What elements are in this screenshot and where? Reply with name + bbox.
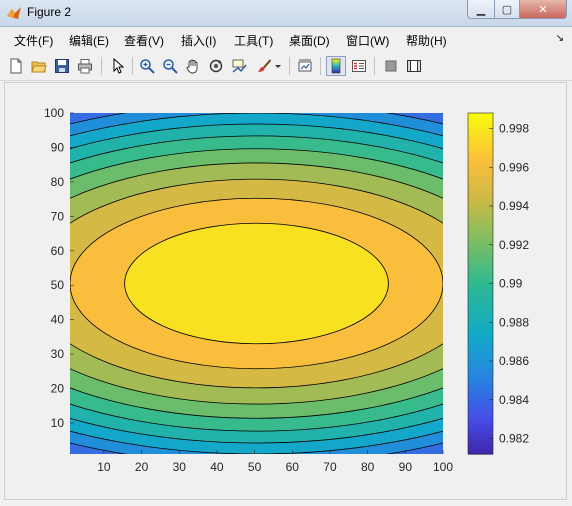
menu-help[interactable]: 帮助(H) <box>406 32 447 49</box>
colorbar-tick-label: 0.994 <box>499 199 529 213</box>
y-tick-label: 90 <box>51 140 65 154</box>
x-tick-label: 80 <box>361 460 375 474</box>
close-icon: ✕ <box>538 3 548 16</box>
open-file-icon[interactable] <box>29 56 49 76</box>
zoom-out-icon[interactable] <box>160 56 180 76</box>
data-cursor-icon[interactable] <box>229 56 249 76</box>
brush-icon[interactable] <box>254 56 274 76</box>
y-tick-label: 70 <box>51 209 65 223</box>
colorbar-segment <box>468 113 493 117</box>
colorbar-tick-label: 0.982 <box>499 432 529 446</box>
menu-desktop[interactable]: 桌面(D) <box>289 32 330 49</box>
brush-dropdown-icon[interactable] <box>272 56 284 76</box>
title-bar: Figure 2 ▁ ▢ ✕ <box>0 0 572 27</box>
dock-arrow-icon[interactable]: ↘ <box>556 33 564 44</box>
minimize-icon: ▁ <box>476 3 486 16</box>
legend-icon[interactable] <box>349 56 369 76</box>
colorbar-tick-label: 0.992 <box>499 238 529 252</box>
toolbar-separator <box>320 57 321 75</box>
save-icon[interactable] <box>52 56 72 76</box>
y-tick-label: 50 <box>51 278 65 292</box>
show-plot-tools-icon[interactable] <box>404 56 424 76</box>
x-tick-label: 10 <box>97 460 111 474</box>
maximize-icon: ▢ <box>501 3 513 16</box>
menu-view[interactable]: 查看(V) <box>124 32 164 49</box>
y-tick-label: 80 <box>51 175 65 189</box>
x-tick-label: 60 <box>286 460 300 474</box>
link-plot-icon[interactable] <box>295 56 315 76</box>
colorbar-tick-label: 0.988 <box>499 315 529 329</box>
contour-plot[interactable]: 10 20 30 40 50 60 70 80 90 100 10 20 30 40 50 60 70 80 90… <box>5 83 566 499</box>
menu-tools[interactable]: 工具(T) <box>234 32 273 49</box>
x-tick-label: 50 <box>248 460 262 474</box>
zoom-in-icon[interactable] <box>137 56 157 76</box>
figure-canvas[interactable]: 10 20 30 40 50 60 70 80 90 100 10 20 30 40 50 60 70 80 90… <box>4 82 567 500</box>
y-tick-label: 40 <box>51 313 65 327</box>
x-tick-label: 40 <box>210 460 224 474</box>
maximize-button[interactable]: ▢ <box>494 0 520 19</box>
colorbar-tick-label: 0.984 <box>499 393 529 407</box>
colorbar-tick-label: 0.986 <box>499 354 529 368</box>
colorbar[interactable] <box>467 112 494 455</box>
rotate-3d-icon[interactable] <box>206 56 226 76</box>
minimize-button[interactable]: ▁ <box>467 0 495 19</box>
x-tick-label: 20 <box>135 460 149 474</box>
menu-insert[interactable]: 插入(I) <box>181 32 216 49</box>
x-tick-label: 100 <box>433 460 453 474</box>
matlab-logo-icon <box>7 7 21 19</box>
y-tick-label: 10 <box>51 416 65 430</box>
y-tick-label: 60 <box>51 244 65 258</box>
pointer-icon[interactable] <box>108 56 128 76</box>
menu-edit[interactable]: 编辑(E) <box>69 32 109 49</box>
toolbar-separator <box>289 57 290 75</box>
colorbar-tick-label: 0.998 <box>499 122 529 136</box>
colorbar-tick-label: 0.99 <box>499 277 523 291</box>
menu-window[interactable]: 窗口(W) <box>346 32 389 49</box>
y-tick-label: 100 <box>44 106 64 120</box>
pan-hand-icon[interactable] <box>183 56 203 76</box>
y-tick-label: 30 <box>51 347 65 361</box>
close-button[interactable]: ✕ <box>519 0 567 19</box>
toolbar-separator <box>374 57 375 75</box>
print-icon[interactable] <box>75 56 95 76</box>
x-tick-label: 70 <box>323 460 337 474</box>
colorbar-tick-label: 0.996 <box>499 160 529 174</box>
figure-toolbar <box>0 52 572 81</box>
hide-plot-tools-icon[interactable] <box>381 56 401 76</box>
toolbar-separator <box>101 57 102 75</box>
menu-bar: 文件(F) 编辑(E) 查看(V) 插入(I) 工具(T) 桌面(D) 窗口(W… <box>0 27 572 51</box>
new-figure-icon[interactable] <box>6 56 26 76</box>
menu-file[interactable]: 文件(F) <box>14 32 53 49</box>
colorbar-icon[interactable] <box>326 56 346 76</box>
y-tick-label: 20 <box>51 382 65 396</box>
window-title: Figure 2 <box>27 5 72 19</box>
toolbar-separator <box>132 57 133 75</box>
contour-band <box>124 223 389 344</box>
x-tick-label: 90 <box>399 460 413 474</box>
x-tick-label: 30 <box>173 460 187 474</box>
